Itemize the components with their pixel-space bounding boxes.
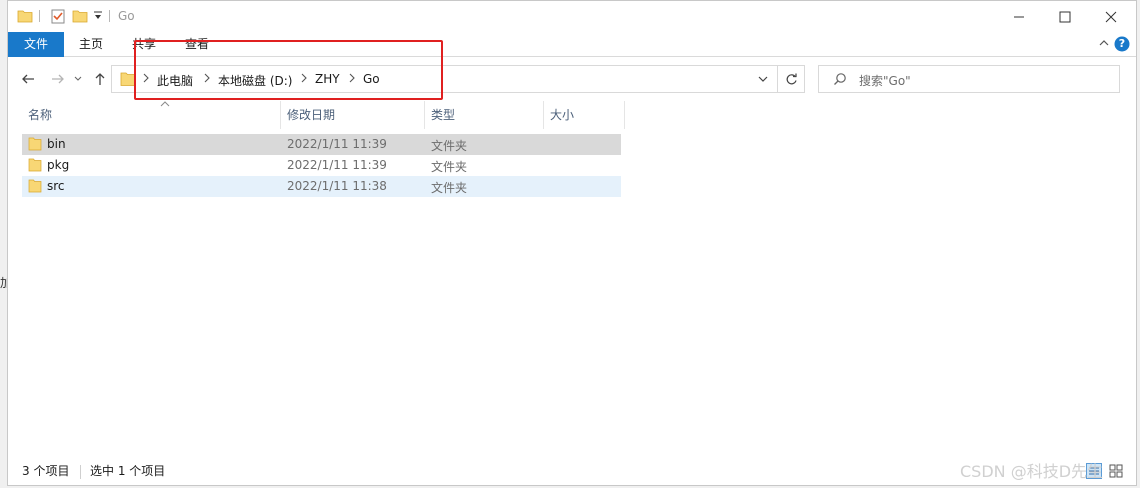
address-history-dropdown[interactable] (749, 66, 777, 92)
chevron-right-icon (142, 73, 150, 86)
folder-icon (120, 72, 136, 89)
folder-icon (28, 179, 42, 196)
folder-icon (28, 158, 42, 175)
new-folder-icon[interactable] (72, 8, 88, 27)
file-name: src (47, 179, 65, 193)
title-bar: Go (8, 1, 1136, 32)
help-icon[interactable]: ? (1114, 36, 1130, 55)
breadcrumb-local-disk[interactable]: 本地磁盘 (D:) (218, 72, 292, 89)
tab-view[interactable]: 查看 (176, 32, 218, 57)
tab-share[interactable]: 共享 (123, 32, 165, 57)
file-type: 文件夹 (431, 139, 468, 153)
search-icon (833, 72, 847, 89)
breadcrumb-go[interactable]: Go (363, 72, 380, 86)
file-explorer-window: Go 文件 主页 共享 查看 ? 此电脑 本地磁盘 (D:) ZHY Go 搜索… (7, 0, 1137, 486)
ribbon-tabs: 文件 主页 共享 查看 ? (8, 32, 1136, 57)
file-modified: 2022/1/11 11:38 (287, 179, 387, 193)
column-header-row: 名称 修改日期 类型 大小 (22, 101, 625, 129)
file-modified: 2022/1/11 11:39 (287, 158, 387, 172)
expand-ribbon-chevron-icon[interactable] (1098, 37, 1110, 52)
table-row[interactable]: pkg 2022/1/11 11:39 文件夹 (22, 155, 621, 176)
back-arrow-icon (22, 74, 34, 84)
close-button[interactable] (1088, 1, 1134, 32)
forward-arrow-icon (52, 74, 64, 84)
chevron-right-icon (203, 73, 211, 86)
folder-icon (17, 8, 33, 27)
large-icons-view-icon[interactable] (1108, 463, 1124, 482)
properties-icon[interactable] (50, 8, 66, 27)
item-count: 3 个项目 (22, 464, 70, 478)
watermark: CSDN @科技D先生 (960, 462, 1104, 481)
maximize-button[interactable] (1042, 1, 1088, 32)
recent-locations-button[interactable] (72, 69, 84, 89)
address-bar[interactable]: 此电脑 本地磁盘 (D:) ZHY Go (111, 65, 778, 93)
breadcrumb-this-pc[interactable]: 此电脑 (157, 72, 193, 89)
help-icon-glyph: ? (1118, 37, 1126, 50)
window-title: Go (118, 9, 135, 23)
refresh-button[interactable] (778, 65, 805, 93)
navigation-bar: 此电脑 本地磁盘 (D:) ZHY Go 搜索"Go" (8, 57, 1136, 101)
file-type: 文件夹 (431, 160, 468, 174)
selected-count: 选中 1 个项目 (90, 464, 166, 478)
file-modified: 2022/1/11 11:39 (287, 137, 387, 151)
maximize-icon (1059, 11, 1071, 22)
back-button[interactable] (18, 69, 38, 89)
file-type: 文件夹 (431, 181, 468, 195)
column-header-modified[interactable]: 修改日期 (281, 101, 424, 129)
close-icon (1105, 11, 1117, 22)
refresh-icon (786, 73, 797, 84)
minimize-button[interactable] (996, 1, 1042, 32)
chevron-down-icon (758, 76, 768, 82)
tab-file[interactable]: 文件 (8, 32, 64, 57)
table-row[interactable]: src 2022/1/11 11:38 文件夹 (22, 176, 621, 197)
forward-button[interactable] (48, 69, 68, 89)
column-header-name[interactable]: 名称 (22, 101, 280, 129)
up-button[interactable] (90, 69, 110, 89)
folder-icon (28, 137, 42, 154)
column-header-size[interactable]: 大小 (544, 101, 624, 129)
search-box[interactable]: 搜索"Go" (818, 65, 1120, 93)
column-header-type[interactable]: 类型 (425, 101, 543, 129)
customize-toolbar-chevron-icon[interactable] (93, 10, 103, 25)
file-name: pkg (47, 158, 70, 172)
tab-home[interactable]: 主页 (70, 32, 112, 57)
chevron-down-icon (74, 76, 82, 81)
chevron-right-icon (348, 73, 356, 86)
table-row[interactable]: bin 2022/1/11 11:39 文件夹 (22, 134, 621, 155)
minimize-icon (1014, 16, 1024, 17)
chevron-right-icon (300, 73, 308, 86)
file-name: bin (47, 137, 66, 151)
search-placeholder: 搜索"Go" (859, 74, 911, 88)
up-arrow-icon (95, 73, 105, 85)
breadcrumb-zhy[interactable]: ZHY (315, 72, 340, 86)
